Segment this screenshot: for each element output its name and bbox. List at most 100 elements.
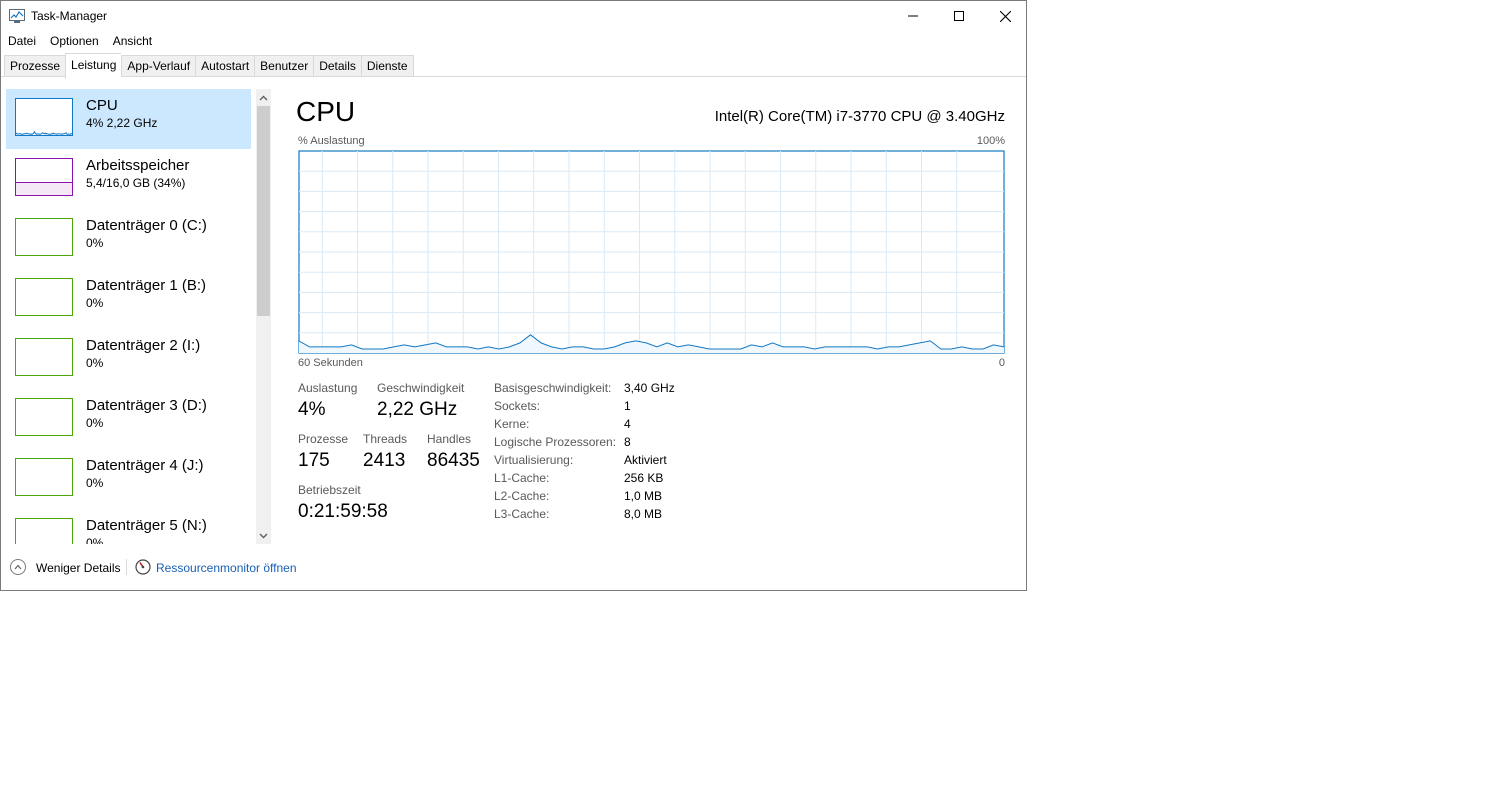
speed-label: Geschwindigkeit: [377, 381, 465, 395]
base-speed-value: 3,40 GHz: [624, 381, 675, 395]
resource-list-scrollbar[interactable]: [256, 89, 271, 544]
tab-autostart[interactable]: Autostart: [195, 55, 255, 77]
resource-thumbnail-graph: [15, 398, 73, 436]
sidebar-item-value: 0%: [86, 296, 104, 310]
cpu-usage-graph: [298, 150, 1005, 354]
chevron-up-icon: [14, 564, 22, 570]
speed-value: 2,22 GHz: [377, 399, 458, 420]
minimize-icon: [908, 15, 918, 17]
l3-cache-value: 8,0 MB: [624, 507, 663, 521]
resource-thumbnail-graph: [15, 98, 73, 136]
cores-value: 4: [624, 417, 631, 431]
task-manager-window: Task-Manager Datei Optionen Ansicht Proz…: [0, 0, 1027, 591]
handles-label: Handles: [427, 432, 472, 446]
uptime-value: 0:21:59:58: [298, 501, 388, 522]
processes-value: 175: [298, 450, 330, 471]
menu-datei[interactable]: Datei: [1, 31, 43, 51]
tab-details[interactable]: Details: [313, 55, 361, 77]
maximize-button[interactable]: [936, 1, 982, 31]
sidebar-item-value: 4% 2,22 GHz: [86, 116, 158, 130]
sidebar-item-6[interactable]: Datenträger 4 (J:) 0%: [6, 449, 251, 509]
uptime-label: Betriebszeit: [298, 483, 361, 497]
l1-cache-value: 256 KB: [624, 471, 664, 485]
menu-ansicht[interactable]: Ansicht: [106, 31, 159, 51]
scrollbar-thumb[interactable]: [257, 106, 270, 316]
footer-divider: [126, 559, 127, 575]
graph-time-label: 60 Sekunden: [298, 357, 363, 369]
sidebar-item-7[interactable]: Datenträger 5 (N:) 0%: [6, 509, 251, 544]
resource-thumbnail-graph: [15, 158, 73, 196]
tab-bar: Prozesse Leistung App-Verlauf Autostart …: [4, 53, 414, 79]
tab-app-verlauf[interactable]: App-Verlauf: [121, 55, 196, 77]
maximize-icon: [954, 11, 964, 21]
sidebar-item-name: Datenträger 1 (B:): [86, 277, 207, 294]
footer: Weniger Details Ressourcenmonitor öffnen: [1, 554, 1026, 582]
handles-value: 86435: [427, 450, 480, 471]
sidebar-item-value: 0%: [86, 476, 104, 490]
logical-processors-label: Logische Prozessoren:: [494, 435, 617, 449]
resource-monitor-link[interactable]: Ressourcenmonitor öffnen: [156, 561, 297, 575]
l1-cache-label: L1-Cache:: [494, 471, 550, 485]
utilization-label: Auslastung: [298, 381, 358, 395]
task-manager-icon: [9, 9, 25, 23]
l2-cache-value: 1,0 MB: [624, 489, 663, 503]
base-speed-label: Basisgeschwindigkeit:: [494, 381, 612, 395]
threads-value: 2413: [363, 450, 406, 471]
resource-thumbnail-graph: [15, 218, 73, 256]
close-icon: [999, 10, 1011, 22]
cpu-model-name: Intel(R) Core(TM) i7-3770 CPU @ 3.40GHz: [714, 108, 1005, 125]
tab-prozesse[interactable]: Prozesse: [4, 55, 66, 77]
sidebar-item-value: 5,4/16,0 GB (34%): [86, 176, 186, 190]
menu-bar: Datei Optionen Ansicht: [1, 31, 1026, 51]
fewer-details-label[interactable]: Weniger Details: [36, 561, 120, 575]
sidebar-item-0[interactable]: CPU 4% 2,22 GHz: [6, 89, 251, 149]
scroll-up-button[interactable]: [256, 90, 271, 105]
scroll-down-button[interactable]: [256, 528, 271, 543]
resource-monitor-icon[interactable]: [135, 559, 151, 575]
memory-usage-fill: [16, 181, 72, 195]
l2-cache-label: L2-Cache:: [494, 489, 550, 503]
menu-optionen[interactable]: Optionen: [43, 31, 106, 51]
sidebar-item-1[interactable]: Arbeitsspeicher 5,4/16,0 GB (34%): [6, 149, 251, 209]
cores-label: Kerne:: [494, 417, 530, 431]
sockets-label: Sockets:: [494, 399, 541, 413]
resource-thumbnail-graph: [15, 278, 73, 316]
sidebar-item-name: Datenträger 2 (I:): [86, 337, 201, 354]
resource-thumbnail-graph: [15, 338, 73, 376]
close-button[interactable]: [982, 1, 1028, 31]
graph-y-axis-label: % Auslastung: [298, 135, 365, 147]
cpu-thumbnail-line: [16, 130, 72, 135]
tab-leistung[interactable]: Leistung: [65, 53, 122, 79]
sidebar-item-2[interactable]: Datenträger 0 (C:) 0%: [6, 209, 251, 269]
graph-min-label: 0: [998, 357, 1005, 369]
utilization-value: 4%: [298, 399, 326, 420]
tab-benutzer[interactable]: Benutzer: [254, 55, 314, 77]
sockets-value: 1: [624, 399, 631, 413]
resource-thumbnail-graph: [15, 518, 73, 544]
sidebar-item-name: Datenträger 3 (D:): [86, 397, 207, 414]
sidebar-item-name: CPU: [86, 97, 118, 114]
sidebar-item-4[interactable]: Datenträger 2 (I:) 0%: [6, 329, 251, 389]
sidebar-item-value: 0%: [86, 416, 104, 430]
graph-max-label: 100%: [976, 135, 1005, 147]
virtualization-value: Aktiviert: [624, 453, 667, 467]
sidebar-item-value: 0%: [86, 236, 104, 250]
logical-processors-value: 8: [624, 435, 631, 449]
chevron-down-icon: [259, 533, 268, 538]
sidebar-item-3[interactable]: Datenträger 1 (B:) 0%: [6, 269, 251, 329]
processes-label: Prozesse: [298, 432, 349, 446]
virtualization-label: Virtualisierung:: [494, 453, 574, 467]
sidebar-item-name: Datenträger 0 (C:): [86, 217, 207, 234]
title-bar: Task-Manager: [1, 1, 1026, 31]
threads-label: Threads: [363, 432, 408, 446]
sidebar-item-name: Arbeitsspeicher: [86, 157, 190, 174]
resource-thumbnail-graph: [15, 458, 73, 496]
chevron-up-icon: [259, 95, 268, 100]
tab-dienste[interactable]: Dienste: [360, 55, 414, 77]
sidebar-item-5[interactable]: Datenträger 3 (D:) 0%: [6, 389, 251, 449]
minimize-button[interactable]: [890, 1, 936, 31]
sidebar-item-value: 0%: [86, 356, 104, 370]
sidebar-item-name: Datenträger 4 (J:): [86, 457, 204, 474]
fewer-details-button[interactable]: [10, 559, 26, 575]
window-title: Task-Manager: [31, 9, 108, 23]
